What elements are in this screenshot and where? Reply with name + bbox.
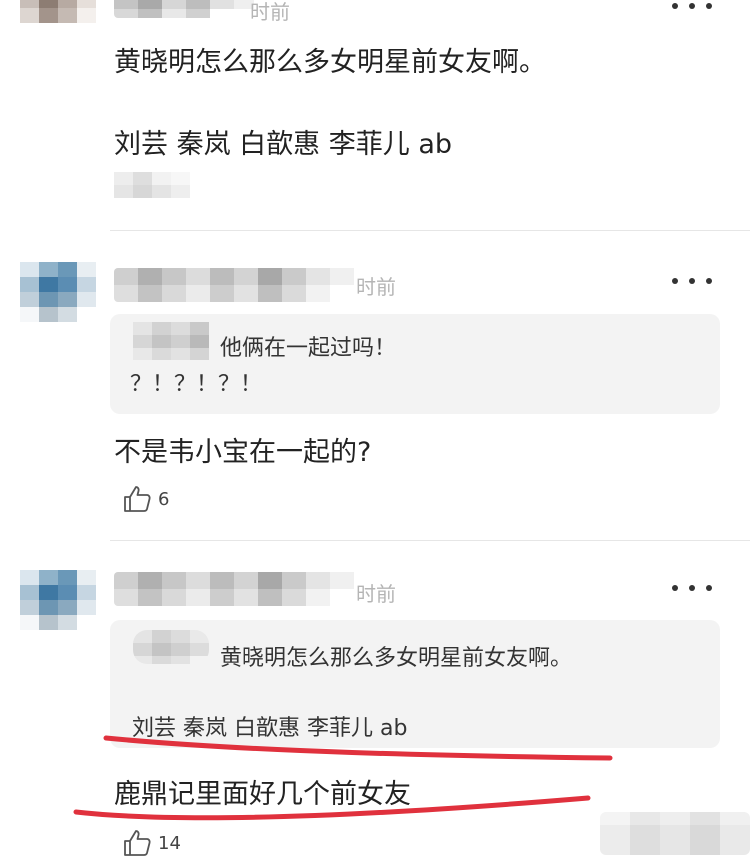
thumbs-up-icon (124, 830, 151, 856)
like-button-blurred[interactable] (114, 172, 190, 208)
timestamp: 时前 (356, 582, 396, 606)
watermark-blurred (600, 812, 750, 855)
quoted-text-line2: ？！？！？！ (130, 372, 263, 397)
quoted-text: 他俩在一起过吗！ (220, 336, 397, 361)
like-count: 14 (158, 832, 181, 854)
username-blurred[interactable] (114, 572, 358, 606)
more-dots-icon[interactable] (672, 582, 712, 594)
thumbs-up-icon (124, 486, 151, 512)
timestamp: 时前 (356, 275, 396, 299)
divider (110, 230, 750, 231)
quoted-username-blurred (133, 630, 209, 664)
like-button[interactable]: 14 (122, 828, 181, 858)
more-dots-icon[interactable] (672, 0, 712, 12)
avatar[interactable] (20, 570, 96, 630)
like-count: 6 (158, 488, 170, 510)
comment-text: 鹿鼎记里面好几个前女友 (114, 779, 411, 810)
avatar[interactable] (20, 262, 96, 322)
timestamp: 时前 (250, 0, 290, 24)
avatar[interactable] (20, 0, 96, 38)
like-button[interactable]: 6 (122, 484, 169, 514)
quoted-text-line2: 刘芸 秦岚 白歆惠 李菲儿 ab (132, 716, 408, 741)
comment-text: 黄晓明怎么那么多女明星前女友啊。 (114, 47, 546, 78)
comment-text: 不是韦小宝在一起的? (114, 437, 372, 468)
more-dots-icon[interactable] (672, 275, 712, 287)
username-blurred[interactable] (114, 0, 254, 18)
divider (110, 540, 750, 541)
quoted-username-blurred (133, 322, 209, 360)
comment-text-line2: 刘芸 秦岚 白歆惠 李菲儿 ab (114, 129, 453, 160)
quoted-text: 黄晓明怎么那么多女明星前女友啊。 (220, 646, 573, 671)
username-blurred[interactable] (114, 268, 358, 302)
